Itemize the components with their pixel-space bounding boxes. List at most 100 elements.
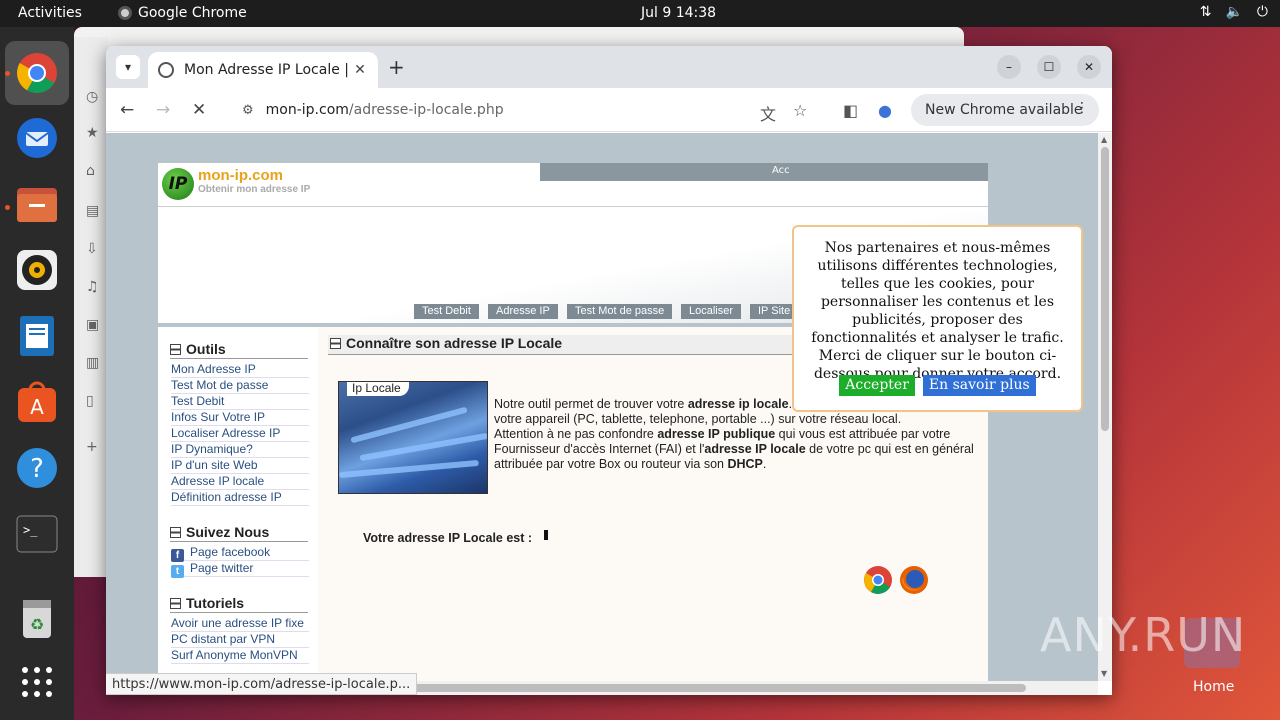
more-menu-icon[interactable]: ⋮ [1075,100,1089,116]
trash-small-icon: ▯ [86,393,94,409]
scroll-up-icon[interactable]: ▲ [1101,135,1107,144]
background-window-sidebar: ◷ ★ ⌂ ▤ ⇩ ♫ ▣ ▥ ▯ + [74,37,108,577]
left-column: Outils Mon Adresse IP Test Mot de passe … [158,327,318,681]
intro-p2a: Attention à ne pas confondre [494,427,658,441]
url-path: /adresse-ip-locale.php [348,102,504,118]
link-ip-fixe[interactable]: Avoir une adresse IP fixe [171,616,309,632]
dock: A ? >_ ♻ [0,27,74,720]
svg-text:♻: ♻ [30,615,44,634]
vertical-scroll-thumb[interactable] [1101,147,1109,431]
forward-icon[interactable]: → [156,100,170,120]
system-tray[interactable]: ⇅ 🔈 ⏻ [1200,4,1268,20]
dock-app-center[interactable]: A [13,378,61,426]
profile-icon[interactable]: ● [878,101,892,120]
back-icon[interactable]: ← [120,100,134,120]
document-icon: ▤ [86,203,100,219]
network-icon: ⇅ [1199,4,1212,20]
running-indicator [5,71,10,76]
app-grid-icon [22,667,52,697]
new-tab-button[interactable]: + [388,55,405,79]
scroll-down-icon[interactable]: ▼ [1101,669,1107,678]
link-ip-dynamique[interactable]: IP Dynamique? [171,442,309,458]
section-outils-title: Outils [186,341,226,357]
dock-chrome[interactable] [5,41,69,105]
link-localiser[interactable]: Localiser Adresse IP [171,426,309,442]
menu-ip-site[interactable]: IP Site [750,304,799,319]
accept-button[interactable]: Accepter [839,375,915,396]
intro-p2g: . [762,457,767,471]
chrome-window: ▾ Mon Adresse IP Locale | C ✕ + – ☐ ✕ ← … [106,46,1112,695]
site-info-icon[interactable]: ⚙ [242,103,254,118]
volume-icon: 🔈 [1225,4,1243,20]
star-icon: ★ [86,125,99,141]
main-heading-text: Connaître son adresse IP Locale [346,335,563,351]
status-bubble: https://www.mon-ip.com/adresse-ip-locale… [106,673,418,695]
link-adresse-ip-locale[interactable]: Adresse IP locale [171,474,309,490]
writer-icon [20,316,54,356]
tab-title: Mon Adresse IP Locale | C [184,62,352,78]
link-test-mot-de-passe[interactable]: Test Mot de passe [171,378,309,394]
link-ip-site-web[interactable]: IP d'un site Web [171,458,309,474]
site-favicon [158,62,174,78]
tab-active[interactable]: Mon Adresse IP Locale | C ✕ [148,52,378,88]
clock[interactable]: Jul 9 14:38 [641,5,716,21]
address-bar[interactable]: ⚙ mon-ip.com/adresse-ip-locale.php [226,94,826,126]
close-tab-icon[interactable]: ✕ [352,62,368,78]
link-pc-distant-vpn[interactable]: PC distant par VPN [171,632,309,648]
dock-terminal[interactable]: >_ [13,510,61,558]
maximize-button[interactable]: ☐ [1037,55,1061,79]
local-ip-value [544,530,548,540]
minimize-button[interactable]: – [997,55,1021,79]
dock-writer[interactable] [13,312,61,360]
dock-app-grid[interactable] [13,658,61,706]
power-icon: ⏻ [1256,4,1268,20]
link-mon-adresse-ip[interactable]: Mon Adresse IP [171,362,309,378]
home-folder-label[interactable]: Home [1193,679,1234,695]
vertical-scrollbar[interactable]: ▲ ▼ [1098,133,1112,681]
header-strip: Acc [540,163,988,181]
dock-files[interactable] [13,180,61,228]
svg-text:>_: >_ [23,523,38,537]
link-twitter[interactable]: t Page twitter [171,561,309,578]
section-tutoriels: Tutoriels [170,595,308,613]
cookie-consent-dialog: Nos partenaires et nous-mêmes utilisons … [792,225,1083,412]
menu-localiser[interactable]: Localiser [681,304,742,319]
section-box-icon [330,338,341,349]
dock-trash[interactable]: ♻ [13,594,61,642]
dock-help[interactable]: ? [13,444,61,492]
menu-test-debit[interactable]: Test Debit [414,304,479,319]
dock-thunderbird[interactable] [13,114,61,162]
link-definition-ip[interactable]: Définition adresse IP [171,490,309,506]
section-suivez: Suivez Nous [170,524,308,542]
dock-rhythmbox[interactable] [13,246,61,294]
header-strip-text[interactable]: Acc [772,165,790,176]
cable-shape [359,432,487,462]
link-test-debit[interactable]: Test Debit [171,394,309,410]
link-surf-anonyme[interactable]: Surf Anonyme MonVPN [171,648,309,664]
tab-search-button[interactable]: ▾ [116,55,140,79]
menu-adresse-ip[interactable]: Adresse IP [488,304,558,319]
app-menu[interactable]: Google Chrome [118,5,247,21]
tab-bar: ▾ Mon Adresse IP Locale | C ✕ + – ☐ ✕ [106,46,1112,88]
toolbar: ← → ✕ ⚙ mon-ip.com/adresse-ip-locale.php… [106,88,1112,132]
picture-icon: ▣ [86,317,100,333]
site-logo-name[interactable]: mon-ip.com [198,167,283,184]
new-chrome-available-button[interactable]: New Chrome available ⋮ [911,94,1099,126]
stop-loading-icon[interactable]: ✕ [192,100,206,120]
link-infos-ip[interactable]: Infos Sur Votre IP [171,410,309,426]
activities-button[interactable]: Activities [18,5,82,21]
close-window-button[interactable]: ✕ [1077,55,1101,79]
thunderbird-icon [17,118,57,158]
bookmark-star-icon[interactable]: ☆ [793,101,807,120]
learn-more-button[interactable]: En savoir plus [922,375,1036,396]
anyrun-watermark: ANY.RUN [1040,608,1247,662]
side-panel-icon[interactable]: ◧ [843,101,858,120]
site-logo-icon[interactable]: IP [162,168,194,200]
menu-test-mot-de-passe[interactable]: Test Mot de passe [567,304,673,319]
clock-icon: ◷ [86,89,99,105]
firefox-browser-icon [900,566,928,594]
translate-icon[interactable]: ⽂ [760,101,776,125]
intro-p2b: adresse IP publique [657,427,776,441]
cable-shape [339,459,479,479]
link-facebook[interactable]: f Page facebook [171,545,309,562]
